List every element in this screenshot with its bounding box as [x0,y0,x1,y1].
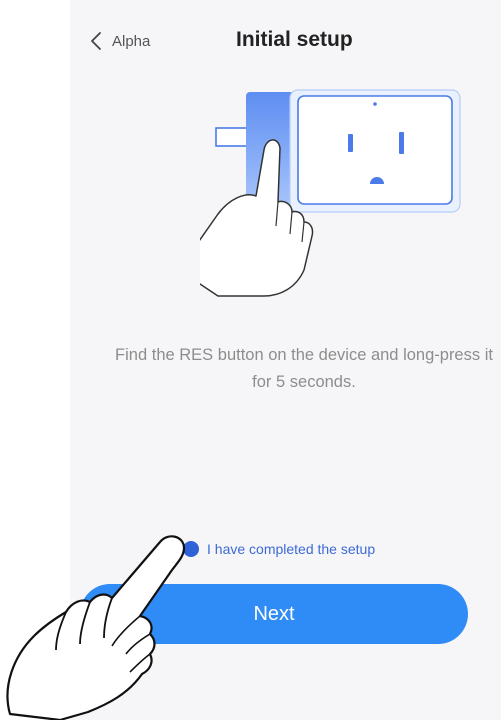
hand-pointer-icon [6,535,186,720]
back-button[interactable]: Alpha [90,26,150,56]
page-title: Initial setup [236,28,353,51]
header: Alpha Initial setup [70,0,501,84]
setup-complete-label: I have completed the setup [207,541,376,557]
setup-complete-option[interactable]: I have completed the setup [183,538,375,560]
smart-plug-press-illustration [200,89,461,297]
chevron-left-icon [91,32,101,50]
back-label: Alpha [112,32,151,50]
setup-instruction: Find the RES button on the device and lo… [115,346,493,391]
